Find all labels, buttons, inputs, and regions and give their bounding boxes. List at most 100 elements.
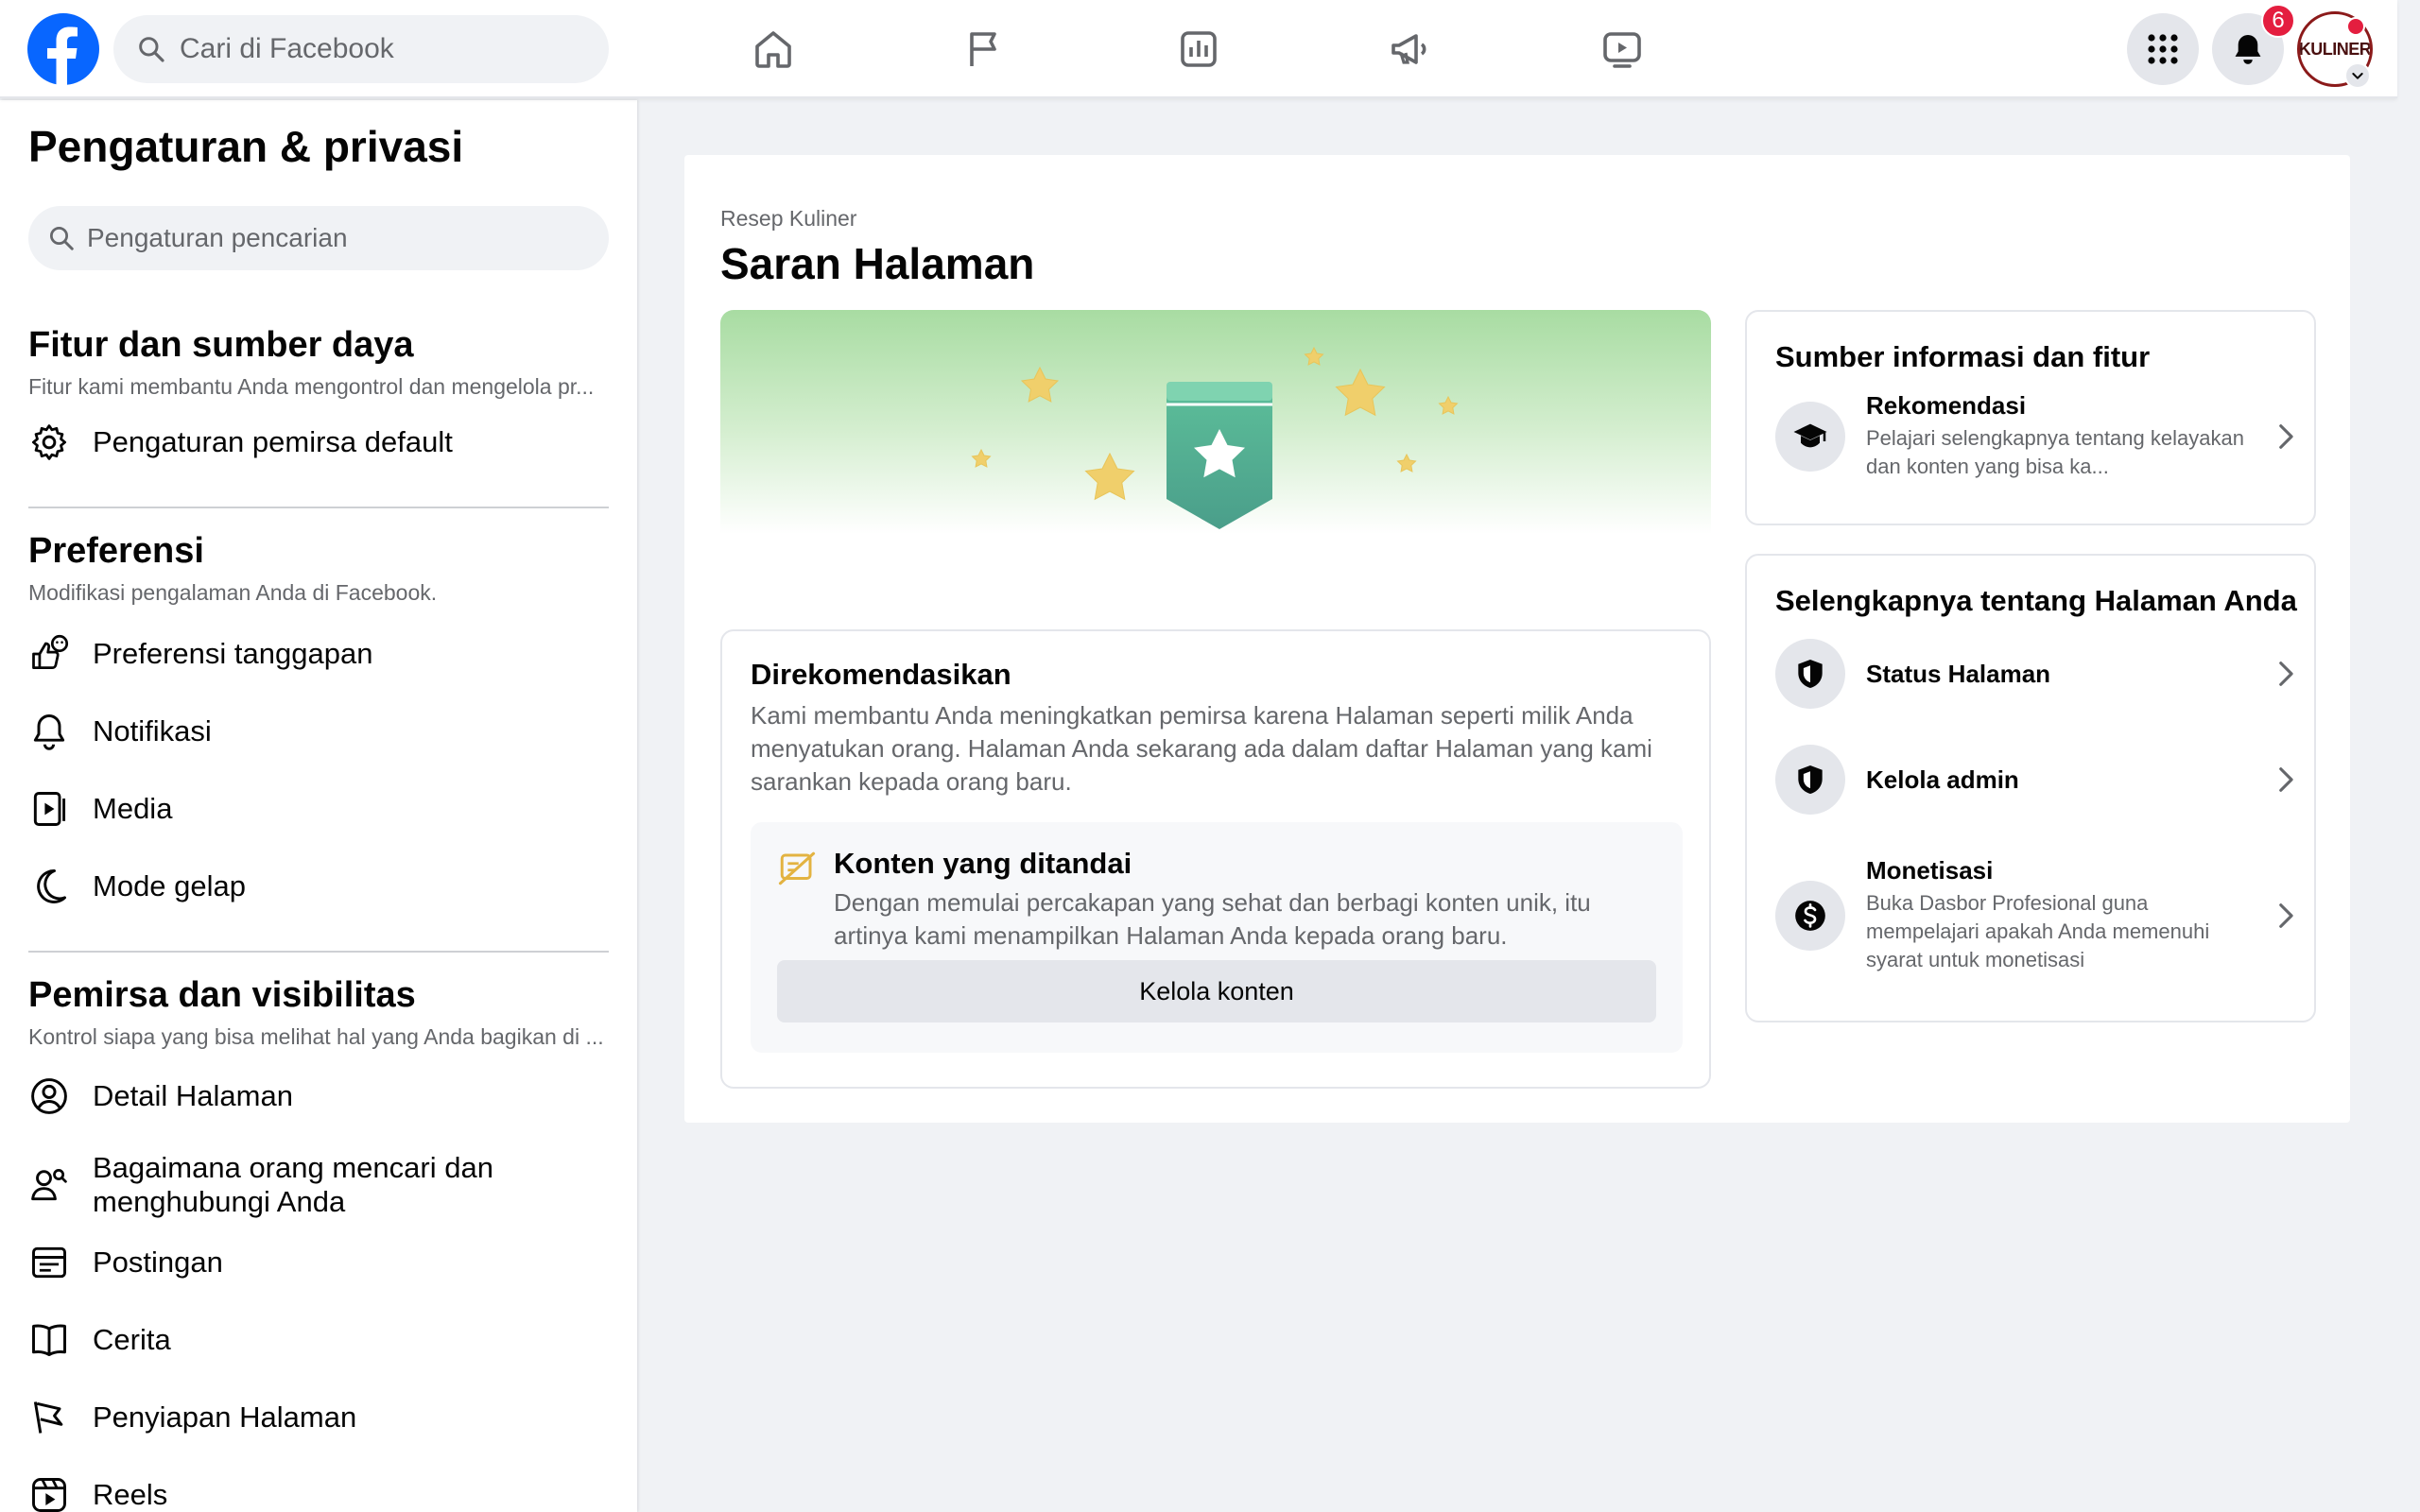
sidebar-title: Pengaturan & privasi — [28, 122, 464, 171]
facebook-f-icon — [47, 26, 78, 85]
sidebar-item-label: Detail Halaman — [93, 1079, 293, 1112]
sidebar-item-page-setup[interactable]: Penyiapan Halaman — [28, 1397, 614, 1438]
sidebar-item-dark-mode[interactable]: Mode gelap — [28, 866, 614, 907]
avatar-text: KULINER — [2298, 39, 2372, 59]
recommended-heading: Direkomendasikan — [751, 658, 1011, 691]
book-icon — [32, 1324, 66, 1357]
top-navigation-bar: Cari di Facebook 6 KULINER — [0, 0, 2397, 98]
more-about-page-heading: Selengkapnya tentang Halaman Anda — [1775, 584, 2297, 617]
star-ribbon-illustration — [971, 346, 1459, 529]
settings-search-placeholder: Pengaturan pencarian — [87, 223, 348, 252]
section-subtitle-preferences: Modifikasi pengalaman Anda di Facebook. — [28, 580, 438, 605]
resources-heading: Sumber informasi dan fitur — [1775, 340, 2151, 373]
chevron-right-icon — [2279, 423, 2293, 449]
sidebar-item-label: Preferensi tanggapan — [93, 637, 373, 670]
section-divider — [28, 951, 609, 953]
page-suggestions-panel: Resep Kuliner Saran Halaman Direkomendas… — [684, 155, 2350, 1123]
flag-icon — [970, 32, 996, 66]
more-item-manage-admins[interactable]: Kelola admin — [1775, 745, 2301, 815]
insights-nav-button[interactable] — [1170, 21, 1227, 77]
section-subtitle-features: Fitur kami membantu Anda mengontrol dan … — [28, 374, 595, 399]
resource-item-recommendations[interactable]: Rekomendasi Pelajari selengkapnya tentan… — [1775, 391, 2301, 481]
resources-card: Sumber informasi dan fitur Rekomendasi P… — [1745, 310, 2316, 525]
more-item-description: Buka Dasbor Profesional guna mempelajari… — [1866, 891, 2210, 971]
dollar-icon — [1795, 900, 1825, 931]
chevron-right-icon — [2279, 767, 2293, 792]
sidebar-item-label: Postingan — [93, 1246, 223, 1279]
facebook-search-input[interactable]: Cari di Facebook — [113, 15, 609, 83]
suggestions-banner — [720, 310, 1711, 609]
sidebar-item-media[interactable]: Media — [28, 788, 614, 830]
flagged-content-icon — [778, 851, 816, 885]
reels-icon — [32, 1478, 66, 1512]
section-subtitle-audience: Kontrol siapa yang bisa melihat hal yang… — [28, 1024, 604, 1049]
chevron-down-icon — [2352, 73, 2363, 79]
flagged-content-box: Konten yang ditandai Dengan memulai perc… — [751, 822, 1683, 1053]
sidebar-item-label: Cerita — [93, 1323, 171, 1356]
bell-icon — [2235, 34, 2261, 64]
home-nav-button[interactable] — [745, 21, 802, 77]
more-item-page-status[interactable]: Status Halaman — [1775, 639, 2301, 709]
graduation-cap-icon — [1793, 423, 1827, 447]
notification-badge: 6 — [2261, 4, 2295, 38]
megaphone-icon — [1392, 34, 1426, 64]
video-icon — [1603, 32, 1641, 68]
breadcrumb: Resep Kuliner — [720, 206, 857, 231]
facebook-logo[interactable] — [27, 13, 99, 85]
sidebar-item-default-audience[interactable]: Pengaturan pemirsa default — [28, 421, 614, 463]
section-divider — [28, 507, 609, 508]
chevron-right-icon — [2279, 902, 2293, 928]
home-icon — [755, 31, 791, 68]
sidebar-item-label: Mode gelap — [93, 869, 247, 902]
search-icon — [139, 37, 164, 62]
flagged-content-description: Dengan memulai percakapan yang sehat dan… — [834, 888, 1591, 950]
search-placeholder: Cari di Facebook — [180, 33, 394, 64]
avatar-status-dot — [2346, 17, 2365, 36]
sidebar-item-reels[interactable]: Reels — [28, 1474, 614, 1512]
sidebar-item-page-details[interactable]: Detail Halaman — [28, 1075, 614, 1117]
manage-content-button[interactable]: Kelola konten — [777, 960, 1656, 1022]
resource-item-description: Pelajari selengkapnya tentang kelayakan … — [1866, 426, 2244, 478]
more-item-title: Status Halaman — [1866, 659, 2051, 688]
sidebar-item-notifications[interactable]: Notifikasi — [28, 711, 614, 752]
settings-search-input[interactable]: Pengaturan pencarian — [28, 206, 609, 270]
sidebar-item-label: Media — [93, 792, 173, 825]
account-menu-toggle[interactable] — [2344, 62, 2371, 89]
flag-icon — [33, 1401, 63, 1434]
sidebar-item-label: Pengaturan pemirsa default — [93, 425, 453, 458]
sidebar-item-reaction-preferences[interactable]: Preferensi tanggapan — [28, 633, 614, 675]
settings-sidebar: Pengaturan & privasi Pengaturan pencaria… — [0, 100, 637, 1512]
sidebar-item-label: Reels — [93, 1478, 168, 1511]
section-heading-preferences: Preferensi — [28, 531, 204, 571]
more-item-title: Monetisasi — [1866, 856, 1994, 885]
page-title: Saran Halaman — [720, 239, 1035, 288]
sidebar-item-label: Penyiapan Halaman — [93, 1400, 357, 1434]
section-heading-audience: Pemirsa dan visibilitas — [28, 975, 416, 1015]
sidebar-item-discoverability[interactable]: Bagaimana orang mencari dan menghubungi … — [28, 1151, 614, 1219]
bell-icon — [33, 714, 65, 750]
resource-item-title: Rekomendasi — [1866, 391, 2027, 420]
sidebar-item-stories[interactable]: Cerita — [28, 1319, 614, 1361]
grid-menu-icon — [2148, 34, 2178, 64]
media-icon — [33, 792, 66, 826]
more-about-page-card: Selengkapnya tentang Halaman Anda Status… — [1745, 554, 2316, 1022]
flagged-content-heading: Konten yang ditandai — [834, 847, 1132, 880]
bar-chart-icon — [1181, 31, 1217, 67]
gear-icon — [31, 424, 67, 460]
sidebar-item-label: Bagaimana orang mencari dan menghubungi … — [93, 1151, 493, 1218]
search-icon — [50, 227, 74, 250]
section-heading-features: Fitur dan sumber daya — [28, 325, 414, 365]
recommended-description: Kami membantu Anda meningkatkan pemirsa … — [751, 701, 1652, 796]
sidebar-item-posts[interactable]: Postingan — [28, 1242, 614, 1283]
more-item-title: Kelola admin — [1866, 765, 2019, 794]
user-circle-icon — [31, 1078, 67, 1114]
shield-icon — [1798, 765, 1823, 795]
recommended-card: Direkomendasikan Kami membantu Anda meni… — [720, 629, 1711, 1089]
people-search-icon — [31, 1169, 67, 1201]
video-nav-button[interactable] — [1594, 21, 1651, 77]
ads-nav-button[interactable] — [1382, 21, 1439, 77]
pages-nav-button[interactable] — [957, 21, 1013, 77]
menu-button[interactable] — [2127, 13, 2199, 85]
sidebar-item-label: Notifikasi — [93, 714, 212, 747]
more-item-monetization[interactable]: Monetisasi Buka Dasbor Profesional guna … — [1775, 856, 2301, 974]
